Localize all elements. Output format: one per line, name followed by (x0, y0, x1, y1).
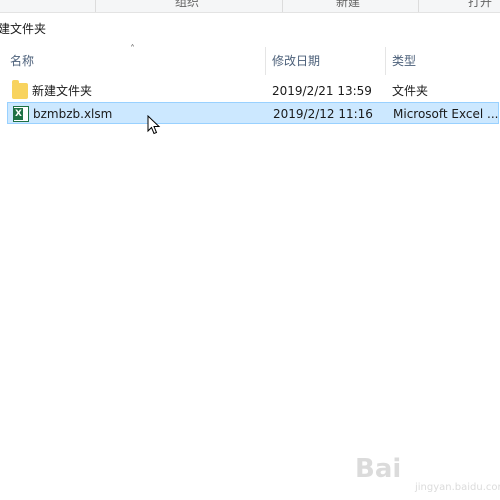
sort-ascending-icon: ˄ (130, 44, 135, 55)
folder-icon (12, 80, 28, 99)
ribbon-separator (418, 0, 419, 12)
ribbon-group-organize[interactable]: 组织 (175, 0, 199, 10)
address-bar[interactable]: 建文件夹 (0, 18, 500, 40)
list-item[interactable]: X bzmbzb.xlsm 2019/2/12 11:16 Microsoft … (7, 102, 499, 124)
column-header-type[interactable]: 类型 (392, 45, 416, 77)
column-header-modified[interactable]: 修改日期 (272, 45, 320, 77)
excel-file-icon: X (13, 106, 29, 122)
file-modified: 2019/2/21 13:59 (272, 84, 372, 98)
list-item[interactable]: 新建文件夹 2019/2/21 13:59 文件夹 (7, 80, 499, 102)
watermark-text: Bai (355, 454, 402, 484)
mouse-cursor-icon (147, 115, 161, 135)
column-divider[interactable] (385, 47, 386, 75)
breadcrumb-current-folder[interactable]: 建文件夹 (0, 18, 46, 40)
ribbon-group-new[interactable]: 新建 (336, 0, 360, 10)
file-name: bzmbzb.xlsm (33, 107, 113, 121)
column-divider[interactable] (265, 47, 266, 75)
watermark-subtext: jingyan.baidu.com (415, 482, 500, 493)
baidu-watermark: Bai jingyan.baidu.com (355, 448, 500, 498)
ribbon-group-open[interactable]: 打开 (468, 0, 492, 10)
ribbon-separator (95, 0, 96, 12)
ribbon-separator (282, 0, 283, 12)
file-modified: 2019/2/12 11:16 (273, 107, 373, 121)
file-name: 新建文件夹 (32, 84, 93, 98)
column-header: 名称 修改日期 类型 (0, 45, 500, 77)
ribbon: 组织 新建 打开 (0, 0, 500, 13)
file-type: Microsoft Excel ... (393, 107, 498, 121)
column-header-name[interactable]: 名称 (10, 45, 34, 77)
file-type: 文件夹 (392, 84, 429, 98)
